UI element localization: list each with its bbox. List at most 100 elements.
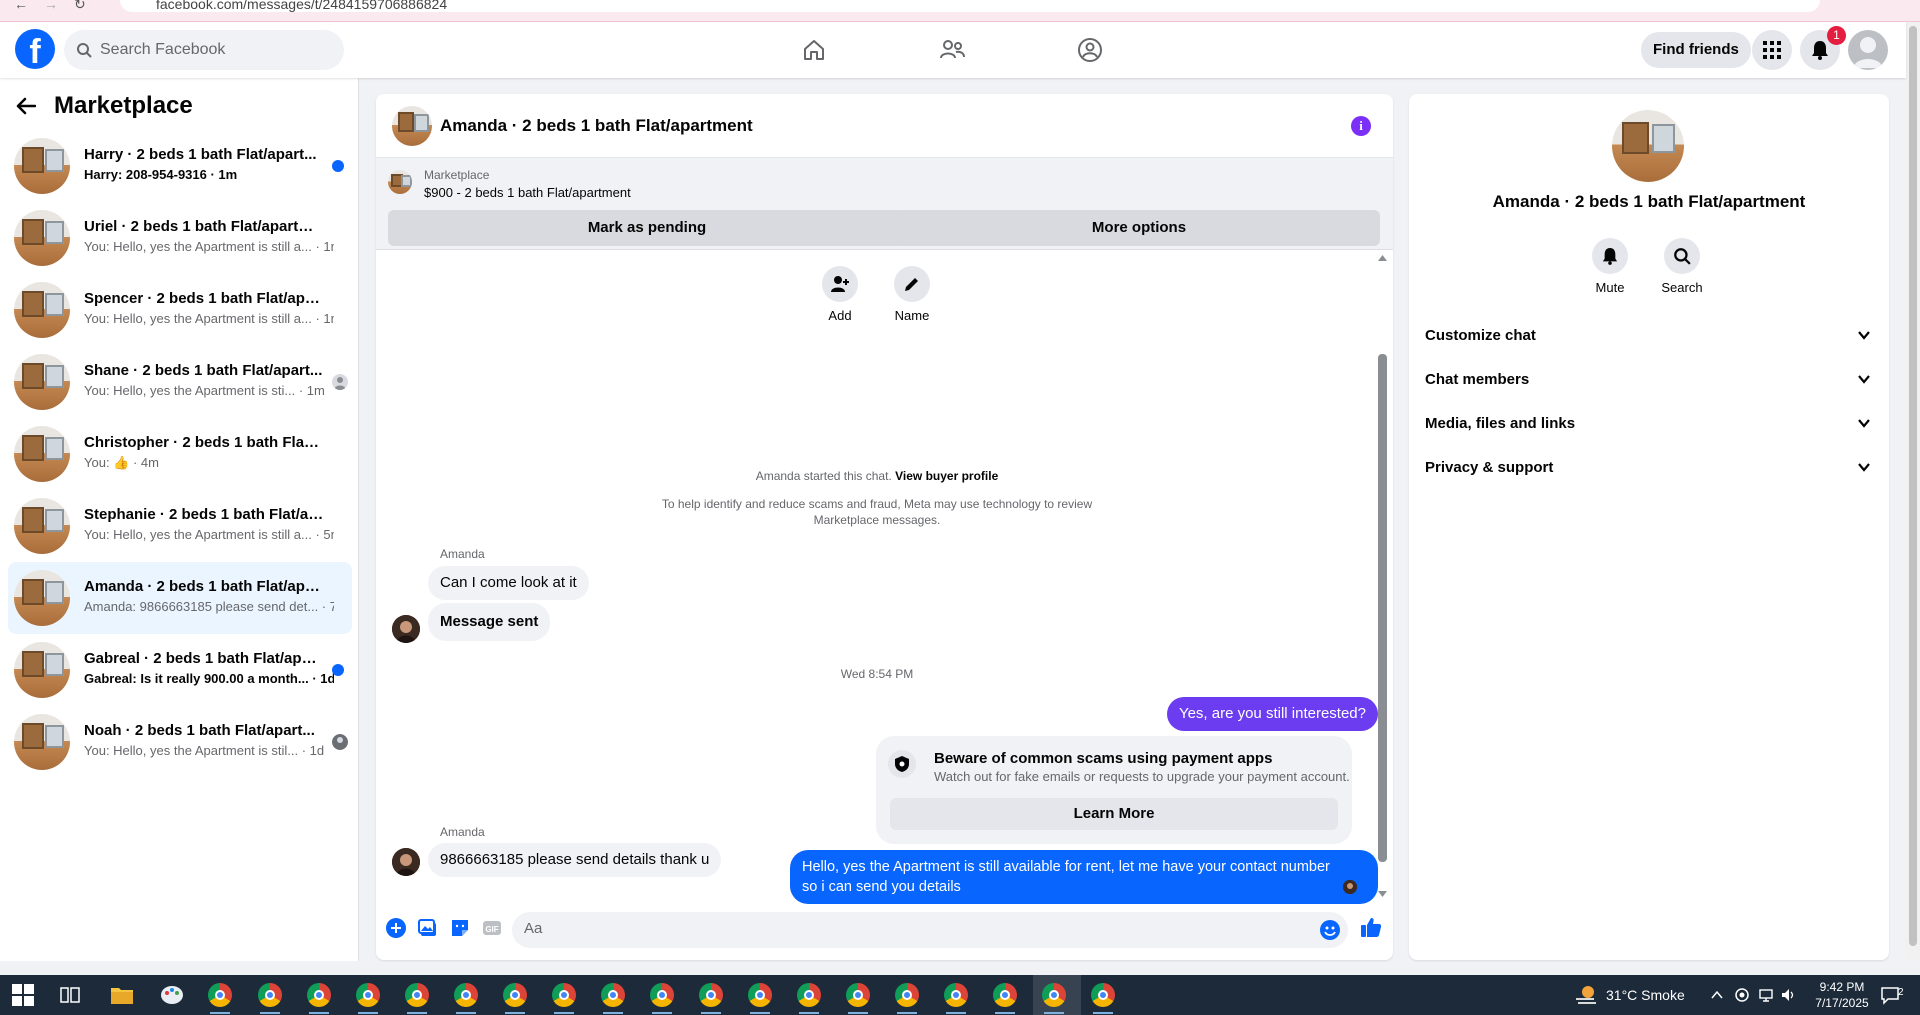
conversation-item[interactable]: Harry · 2 beds 1 bath Flat/apart... Harr… [8,130,352,202]
chrome-taskbar-icon[interactable] [650,983,674,1014]
chrome-taskbar-icon[interactable] [895,983,919,1014]
reload-icon[interactable]: ↻ [74,0,86,13]
search-in-chat-button[interactable]: Search [1652,238,1712,295]
facebook-topbar: f Find friends 1 [0,22,1906,78]
windows-start-icon[interactable] [12,984,34,1006]
mark-as-pending-button[interactable]: Mark as pending [388,210,906,246]
message-input-wrap[interactable] [512,912,1348,948]
volume-icon[interactable] [1780,987,1796,1003]
system-clock[interactable]: 9:42 PM 7/17/2025 [1800,979,1884,1011]
message-input[interactable] [524,920,1284,937]
mute-button[interactable]: Mute [1580,238,1640,295]
incoming-message[interactable]: Can I come look at it [428,566,589,600]
network-icon[interactable] [1758,987,1774,1003]
file-explorer-icon[interactable] [110,983,134,1007]
conversation-item[interactable]: Stephanie · 2 beds 1 bath Flat/apar... Y… [8,490,352,562]
chrome-taskbar-icon[interactable] [503,983,527,1014]
sender-avatar[interactable] [392,848,420,876]
chrome-taskbar-icon[interactable] [699,983,723,1014]
emoji-icon[interactable] [1320,920,1340,940]
address-bar[interactable]: facebook.com/messages/t/2484159706886824 [120,0,1820,12]
chrome-taskbar-icon[interactable] [552,983,576,1014]
chrome-taskbar-icon[interactable] [356,983,380,1014]
search-input[interactable] [100,41,320,59]
scroll-down-arrow-icon[interactable] [1378,890,1387,898]
gif-icon[interactable]: GIF [482,918,502,938]
info-listing-thumbnail[interactable] [1612,110,1684,182]
customize-chat-row[interactable]: Customize chat [1417,314,1881,358]
chrome-taskbar-icon[interactable] [797,983,821,1014]
plus-circle-icon[interactable] [386,918,406,938]
view-buyer-profile-link[interactable]: View buyer profile [895,469,998,483]
groups-nav-button[interactable] [1070,30,1110,70]
chrome-taskbar-icon[interactable] [601,983,625,1014]
listing-price[interactable]: $900 - 2 beds 1 bath Flat/apartment [424,185,631,200]
conversation-item[interactable]: Spencer · 2 beds 1 bath Flat/apart... Yo… [8,274,352,346]
conversation-name: Uriel · 2 beds 1 bath Flat/apartment [84,218,324,235]
info-icon[interactable]: i [1351,116,1371,136]
listing-small-thumbnail[interactable] [388,170,412,194]
sticker-icon[interactable] [450,918,470,938]
privacy-support-row[interactable]: Privacy & support [1417,446,1881,490]
conversation-item[interactable]: Shane · 2 beds 1 bath Flat/apart... You:… [8,346,352,418]
thumbs-up-icon[interactable] [1360,916,1382,938]
page-scrollbar-thumb[interactable] [1909,26,1917,946]
menu-button[interactable] [1752,30,1792,70]
scam-review-notice-line2: Marketplace messages. [813,513,941,527]
back-arrow-icon[interactable]: ← [14,0,28,12]
profile-avatar[interactable] [1848,30,1888,70]
chat-listing-thumbnail[interactable] [392,106,432,146]
chrome-taskbar-icon[interactable] [405,983,429,1014]
chrome-taskbar-icon[interactable] [1091,983,1115,1014]
notifications-button[interactable]: 1 [1800,26,1846,70]
location-icon[interactable] [1734,987,1750,1003]
chrome-taskbar-icon[interactable] [748,983,772,1014]
more-options-button[interactable]: More options [898,210,1380,246]
friends-nav-button[interactable] [932,30,972,70]
sender-avatar[interactable] [392,615,420,643]
chat-scrollbar[interactable] [1378,254,1387,900]
conversation-item[interactable]: Noah · 2 beds 1 bath Flat/apart... You: … [8,706,352,778]
chat-members-row[interactable]: Chat members [1417,358,1881,402]
conversation-item[interactable]: Gabreal · 2 beds 1 bath Flat/apar... Gab… [8,634,352,706]
home-nav-button[interactable] [794,30,834,70]
chrome-taskbar-icon-active[interactable] [1042,983,1066,1014]
chrome-taskbar-icon[interactable] [208,983,232,1014]
chrome-taskbar-icon[interactable] [993,983,1017,1014]
paint-app-icon[interactable] [160,983,184,1007]
chrome-taskbar-icon[interactable] [307,983,331,1014]
chat-scrollbar-thumb[interactable] [1378,354,1387,862]
search-box[interactable] [64,30,344,70]
section-label: Media, files and links [1425,415,1576,432]
outgoing-message[interactable]: Hello, yes the Apartment is still availa… [790,850,1378,904]
forward-arrow-icon[interactable]: → [44,0,58,12]
clock-date: 7/17/2025 [1815,996,1869,1010]
chat-started-notice: Amanda started this chat. View buyer pro… [376,468,1378,484]
back-arrow-icon[interactable] [16,97,36,115]
incoming-message[interactable]: 9866663185 please send details thank u [428,843,722,877]
weather-text[interactable]: 31°C Smoke [1606,975,1685,1015]
chrome-taskbar-icon[interactable] [846,983,870,1014]
learn-more-button[interactable]: Learn More [890,798,1338,830]
edit-name-button[interactable]: Name [882,266,942,323]
chevron-up-icon[interactable] [1710,988,1724,1002]
find-friends-button[interactable]: Find friends [1641,32,1751,68]
outgoing-message[interactable]: Yes, are you still interested? [1166,697,1378,731]
photo-icon[interactable] [418,918,438,938]
incoming-message[interactable]: Message sent [428,603,551,641]
conversation-item[interactable]: Christopher · 2 beds 1 bath Flat/ap... Y… [8,418,352,490]
chrome-taskbar-icon[interactable] [454,983,478,1014]
chrome-taskbar-icon[interactable] [944,983,968,1014]
task-view-icon[interactable] [60,985,80,1005]
page-scrollbar[interactable] [1906,22,1920,961]
facebook-logo-icon[interactable]: f [15,29,55,69]
conversation-item-active[interactable]: Amanda · 2 beds 1 bath Flat/apart... Ama… [8,562,352,634]
media-files-links-row[interactable]: Media, files and links [1417,402,1881,446]
conversation-item[interactable]: Uriel · 2 beds 1 bath Flat/apartment You… [8,202,352,274]
scroll-up-arrow-icon[interactable] [1378,254,1387,262]
add-people-button[interactable]: Add [810,266,870,323]
notification-center-icon[interactable] [1880,985,1900,1005]
chrome-taskbar-icon[interactable] [258,983,282,1014]
chat-title[interactable]: Amanda · 2 beds 1 bath Flat/apartment [440,116,753,136]
conversation-name: Spencer · 2 beds 1 bath Flat/apart... [84,290,324,307]
